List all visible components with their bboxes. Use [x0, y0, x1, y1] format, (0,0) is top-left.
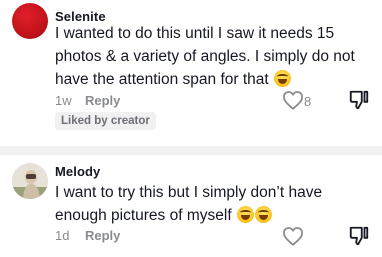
comment-text-body: I want to try this but I simply don’t ha… [55, 184, 323, 224]
heart-outline-icon[interactable] [282, 226, 304, 246]
comment-timestamp: 1w [55, 93, 72, 108]
avatar[interactable] [12, 3, 48, 39]
comment-item: Melody I want to try this but I simply d… [0, 155, 382, 257]
liked-by-creator-badge: Liked by creator [55, 112, 156, 130]
thumbs-down-outline-icon[interactable] [348, 225, 370, 247]
thumbs-down-outline-icon[interactable] [348, 89, 370, 111]
laughing-emoji-icon [236, 206, 254, 223]
divider [0, 146, 382, 155]
comment-username[interactable]: Melody [55, 164, 100, 179]
comment-meta: 1w Reply [55, 93, 120, 108]
comment-text: I want to try this but I simply don’t ha… [55, 181, 373, 227]
laughing-emoji-icon [274, 70, 292, 87]
comment-text: I wanted to do this until I saw it needs… [55, 22, 373, 91]
avatar-photo-icon [12, 163, 48, 199]
avatar[interactable] [12, 163, 48, 199]
comment-timestamp: 1d [55, 228, 70, 243]
like-count: 8 [304, 94, 312, 109]
comment-text-body: I wanted to do this until I saw it needs… [55, 25, 355, 88]
heart-outline-icon[interactable] [282, 90, 304, 110]
comment-list: Selenite I wanted to do this until I saw… [0, 0, 382, 257]
reply-button[interactable]: Reply [85, 93, 120, 108]
laughing-emoji-icon [254, 206, 272, 223]
reply-button[interactable]: Reply [85, 228, 120, 243]
comment-meta: 1d Reply [55, 228, 120, 243]
comment-item: Selenite I wanted to do this until I saw… [0, 0, 382, 146]
